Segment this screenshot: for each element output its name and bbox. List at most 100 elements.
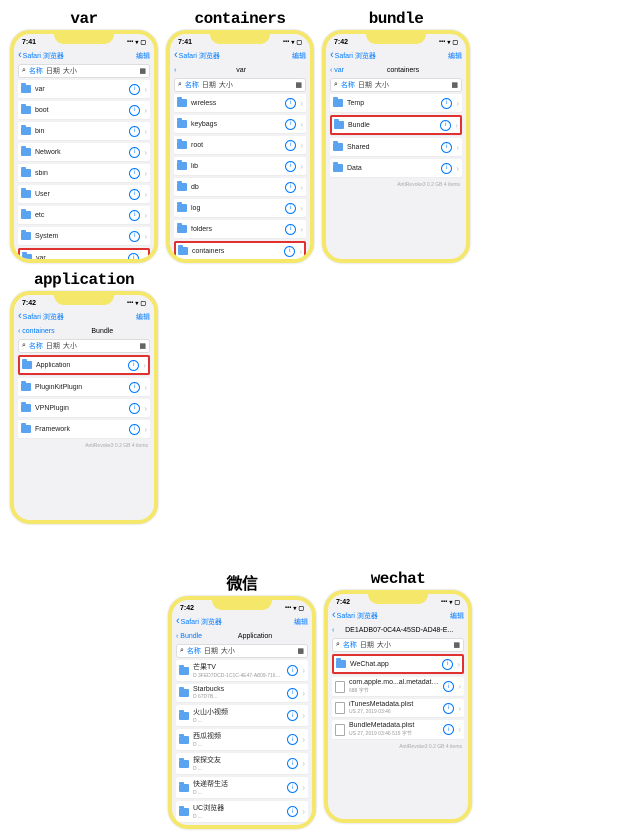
info-icon[interactable]: i: [287, 806, 298, 817]
edit-button[interactable]: 编辑: [136, 51, 150, 61]
breadcrumb-back[interactable]: ‹: [332, 627, 334, 634]
info-icon[interactable]: i: [442, 659, 453, 670]
edit-button[interactable]: 编辑: [136, 312, 150, 322]
list-item[interactable]: Tempi›: [330, 94, 462, 112]
list-item[interactable]: Applicationi›: [18, 355, 150, 375]
info-icon[interactable]: i: [285, 203, 296, 214]
list-item[interactable]: sbini›: [18, 164, 150, 182]
info-icon[interactable]: i: [284, 246, 295, 257]
info-icon[interactable]: i: [287, 710, 298, 721]
search-icon[interactable]: ⌕: [22, 342, 26, 350]
search-icon[interactable]: ⌕: [178, 81, 182, 89]
search-sort-bar[interactable]: ⌕名称日期大小▦: [332, 638, 464, 652]
list-item[interactable]: 芒果TVD 3FED7DCD-1C1C-4E47-A809-716C4A...i…: [176, 660, 308, 681]
sort-name[interactable]: 名称: [341, 80, 355, 90]
sort-date[interactable]: 日期: [360, 640, 374, 650]
sort-date[interactable]: 日期: [46, 66, 60, 76]
edit-button[interactable]: 编辑: [448, 51, 462, 61]
sort-size[interactable]: 大小: [375, 80, 389, 90]
list-item[interactable]: Frameworki›: [18, 420, 150, 438]
info-icon[interactable]: i: [129, 168, 140, 179]
info-icon[interactable]: i: [441, 163, 452, 174]
list-item[interactable]: bini›: [18, 122, 150, 140]
back-button[interactable]: Safari 浏览器: [174, 51, 220, 61]
breadcrumb-back[interactable]: ‹ Bundle: [176, 633, 202, 640]
list-item[interactable]: BundleMetadata.plistUS 27, 2019 03:46 51…: [332, 720, 464, 739]
search-sort-bar[interactable]: ⌕名称日期大小▦: [18, 339, 150, 353]
back-button[interactable]: Safari 浏览器: [332, 611, 378, 621]
sort-size[interactable]: 大小: [219, 80, 233, 90]
sort-date[interactable]: 日期: [202, 80, 216, 90]
info-icon[interactable]: i: [285, 224, 296, 235]
info-icon[interactable]: i: [129, 231, 140, 242]
info-icon[interactable]: i: [129, 210, 140, 221]
back-button[interactable]: Safari 浏览器: [176, 617, 222, 627]
back-button[interactable]: Safari 浏览器: [330, 51, 376, 61]
sort-size[interactable]: 大小: [377, 640, 391, 650]
list-item[interactable]: Bundlei›: [330, 115, 462, 135]
info-icon[interactable]: i: [129, 105, 140, 116]
info-icon[interactable]: i: [443, 703, 454, 714]
info-icon[interactable]: i: [129, 189, 140, 200]
sort-name[interactable]: 名称: [29, 66, 43, 76]
info-icon[interactable]: i: [441, 142, 452, 153]
sort-date[interactable]: 日期: [204, 646, 218, 656]
sort-name[interactable]: 名称: [29, 341, 43, 351]
info-icon[interactable]: i: [129, 382, 140, 393]
search-icon[interactable]: ⌕: [22, 67, 26, 75]
info-icon[interactable]: i: [129, 403, 140, 414]
sort-name[interactable]: 名称: [343, 640, 357, 650]
breadcrumb-back[interactable]: ‹ var: [330, 67, 344, 74]
list-item[interactable]: VPNPlugini›: [18, 399, 150, 417]
info-icon[interactable]: i: [287, 758, 298, 769]
list-item[interactable]: Sharedi›: [330, 138, 462, 156]
sort-date[interactable]: 日期: [46, 341, 60, 351]
info-icon[interactable]: i: [440, 120, 451, 131]
search-sort-bar[interactable]: ⌕名称日期大小▦: [330, 78, 462, 92]
sort-name[interactable]: 名称: [187, 646, 201, 656]
list-item[interactable]: Datai›: [330, 159, 462, 177]
sort-size[interactable]: 大小: [63, 341, 77, 351]
list-item[interactable]: Useri›: [18, 185, 150, 203]
list-item[interactable]: 火山小视频D ...i›: [176, 705, 308, 726]
list-item[interactable]: WeChat.appi›: [332, 654, 464, 674]
list-item[interactable]: StarbucksD 67D7B...i›: [176, 684, 308, 702]
list-item[interactable]: com.apple.mo...al.metadata.plist688 字节i›: [332, 677, 464, 696]
info-icon[interactable]: i: [285, 161, 296, 172]
list-item[interactable]: logi›: [174, 199, 306, 217]
list-item[interactable]: dbi›: [174, 178, 306, 196]
back-button[interactable]: Safari 浏览器: [18, 312, 64, 322]
list-item[interactable]: etci›: [18, 206, 150, 224]
grid-view-icon[interactable]: ▦: [453, 641, 460, 649]
info-icon[interactable]: i: [128, 360, 139, 371]
search-icon[interactable]: ⌕: [180, 647, 184, 655]
list-item[interactable]: libi›: [174, 157, 306, 175]
info-icon[interactable]: i: [129, 84, 140, 95]
list-item[interactable]: 微信D ...i›: [176, 825, 308, 829]
list-item[interactable]: 探探交友D ...i›: [176, 753, 308, 774]
list-item[interactable]: containersi›: [174, 241, 306, 261]
info-icon[interactable]: i: [129, 424, 140, 435]
info-icon[interactable]: i: [443, 724, 454, 735]
sort-date[interactable]: 日期: [358, 80, 372, 90]
list-item[interactable]: 快递帮生活D ...i›: [176, 777, 308, 798]
search-sort-bar[interactable]: ⌕名称日期大小▦: [18, 64, 150, 78]
info-icon[interactable]: i: [285, 140, 296, 151]
grid-view-icon[interactable]: ▦: [297, 647, 304, 655]
search-sort-bar[interactable]: ⌕名称日期大小▦: [174, 78, 306, 92]
info-icon[interactable]: i: [441, 98, 452, 109]
info-icon[interactable]: i: [285, 98, 296, 109]
sort-size[interactable]: 大小: [63, 66, 77, 76]
list-item[interactable]: booti›: [18, 101, 150, 119]
list-item[interactable]: vari›: [18, 80, 150, 98]
info-icon[interactable]: i: [129, 147, 140, 158]
breadcrumb-back[interactable]: ‹ containers: [18, 328, 55, 335]
info-icon[interactable]: i: [129, 126, 140, 137]
info-icon[interactable]: i: [443, 681, 454, 692]
edit-button[interactable]: 编辑: [292, 51, 306, 61]
sort-size[interactable]: 大小: [221, 646, 235, 656]
list-item[interactable]: Systemi›: [18, 227, 150, 245]
list-item[interactable]: foldersi›: [174, 220, 306, 238]
list-item[interactable]: rooti›: [174, 136, 306, 154]
grid-view-icon[interactable]: ▦: [451, 81, 458, 89]
